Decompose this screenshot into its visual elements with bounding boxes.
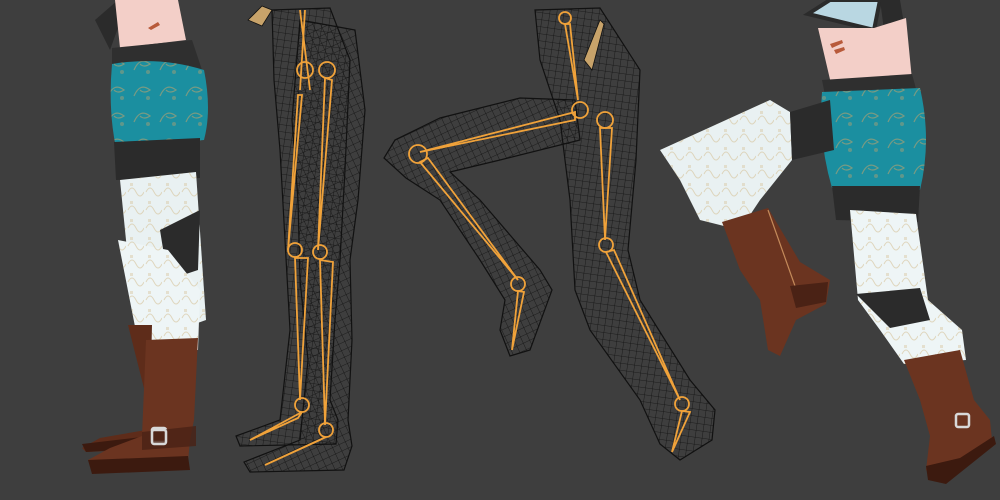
wireframe-legs-kneeling bbox=[383, 7, 716, 461]
boot-standing bbox=[904, 350, 992, 480]
shorts-right-pattern bbox=[821, 88, 926, 190]
mesh-standing-leg bbox=[534, 7, 716, 461]
mesh-hand bbox=[247, 5, 273, 27]
goggles bbox=[802, 0, 883, 33]
shaded-legs-standing bbox=[82, 0, 208, 474]
mesh-front-leg bbox=[243, 19, 366, 473]
render-canvas bbox=[0, 0, 1000, 500]
boot-bent bbox=[722, 208, 830, 356]
wireframe-legs-standing bbox=[235, 5, 366, 473]
sock-bent-lace bbox=[660, 100, 792, 230]
sock-standing-lace bbox=[850, 210, 966, 364]
boot-back bbox=[82, 325, 152, 452]
scene-svg bbox=[82, 0, 996, 484]
torso-skin bbox=[115, 0, 186, 48]
knee-dark bbox=[790, 100, 834, 160]
shorts-pattern bbox=[110, 61, 208, 148]
